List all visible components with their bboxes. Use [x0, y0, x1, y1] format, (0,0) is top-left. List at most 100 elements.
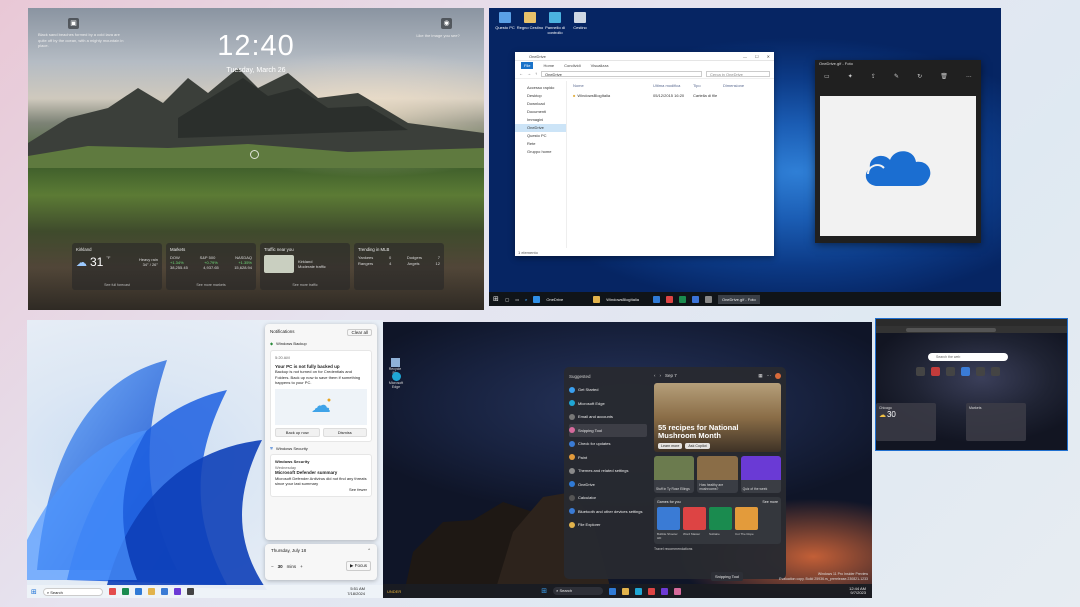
focus-button[interactable]: ▶ Focus	[346, 561, 371, 571]
enhance-icon[interactable]: ✦	[848, 73, 853, 80]
see-fewer-button[interactable]: See fewer	[349, 487, 367, 492]
address-bar[interactable]: OneDrive	[541, 70, 702, 77]
minus-icon[interactable]: −	[271, 564, 274, 569]
game-thumbnail[interactable]	[657, 507, 680, 530]
feed-tile[interactable]: Stuff in Ty Rose Ellings	[654, 456, 695, 493]
suggested-item[interactable]: OneDrive	[569, 478, 647, 492]
desktop-icon-control-panel[interactable]: Pannello di controllo	[541, 12, 569, 35]
ribbon-tab-share[interactable]: Condividi	[564, 63, 580, 68]
column-size[interactable]: Dimensione	[723, 83, 744, 88]
edit-icon[interactable]: ✎	[894, 73, 899, 80]
share-icon[interactable]: ⇪	[871, 73, 876, 80]
app-task-icon[interactable]	[665, 295, 673, 303]
nav-item-homegroup[interactable]: Gruppo home	[515, 148, 566, 156]
up-arrow-icon[interactable]: ↑	[535, 71, 537, 76]
suggested-item[interactable]: Check for updates	[569, 437, 647, 451]
onedrive-task-icon[interactable]	[533, 295, 541, 303]
more-icon[interactable]: …	[966, 73, 972, 79]
edge-desktop-icon[interactable]: Microsoft Edge	[387, 372, 405, 389]
quick-link[interactable]	[916, 367, 925, 376]
nav-item-downloads[interactable]: Download	[515, 100, 566, 108]
snipping-tool-icon[interactable]	[674, 587, 682, 595]
game-thumbnail[interactable]	[683, 507, 706, 530]
nav-item-pictures[interactable]: Immagini	[515, 116, 566, 124]
nav-item-documents[interactable]: Documenti	[515, 108, 566, 116]
games-see-more[interactable]: See more	[762, 500, 778, 504]
nav-item-network[interactable]: Rete	[515, 140, 566, 148]
close-icon[interactable]: ✕	[767, 54, 770, 59]
trending-widget[interactable]: Trending in MLB Yankees 0 Dodgers 7 Rang…	[354, 243, 444, 290]
weather-taskbar-widget[interactable]: UNDER	[387, 589, 401, 594]
suggested-item[interactable]: File Explorer	[569, 518, 647, 532]
app-task-icon[interactable]	[652, 295, 660, 303]
edge-weather-widget[interactable]: Chicago ☁ 30	[876, 403, 936, 441]
nav-item-quick-access[interactable]: Accesso rapido	[515, 84, 566, 92]
app-task-icon[interactable]	[108, 588, 116, 595]
app-task-icon[interactable]	[609, 587, 617, 595]
game-thumbnail[interactable]	[735, 507, 758, 530]
grid-icon[interactable]: ▦	[758, 373, 762, 379]
desktop-icon-this-pc[interactable]: Questo PC	[491, 12, 519, 30]
taskbar-search-box[interactable]: ⌕ Search	[553, 587, 604, 595]
suggested-item[interactable]: Email and accounts	[569, 410, 647, 424]
suggested-item[interactable]: Paint	[569, 451, 647, 465]
hero-card[interactable]: 55 recipes for National Mushroom Month L…	[654, 383, 781, 452]
nav-item-this-pc[interactable]: Questo PC	[515, 132, 566, 140]
edge-icon[interactable]	[134, 588, 142, 595]
settings-icon[interactable]	[186, 588, 194, 595]
start-icon[interactable]: ⊞	[493, 295, 499, 303]
suggested-item[interactable]: Calculator	[569, 491, 647, 505]
traffic-widget[interactable]: Traffic near you Kirkland Moderate traff…	[260, 243, 350, 290]
dismiss-button[interactable]: Dismiss	[322, 427, 367, 437]
markets-widget[interactable]: Markets DOW S&P 500 NASDAQ +1.34% +0.79%…	[166, 243, 256, 290]
start-icon[interactable]: ⊞	[31, 588, 37, 596]
taskbar-item-active[interactable]: OneDrive.gif - Foto	[717, 294, 760, 304]
learn-more-button[interactable]: Learn more	[658, 443, 683, 449]
suggested-item[interactable]: Snipping Tool	[569, 423, 647, 437]
app-task-icon[interactable]	[173, 588, 181, 595]
app-task-icon[interactable]	[661, 587, 669, 595]
travel-recommendations[interactable]: Travel recommendations	[654, 547, 781, 551]
feed-tile[interactable]: Quiz of the week	[740, 456, 781, 493]
avatar[interactable]	[775, 373, 781, 379]
explorer-search-input[interactable]: Cerca in OneDrive	[706, 70, 770, 77]
quick-link[interactable]	[961, 367, 970, 376]
task-view-icon[interactable]: ◯	[505, 297, 509, 302]
image-info-icon[interactable]: ▣	[68, 18, 79, 29]
taskbar-item[interactable]: OneDrive	[546, 297, 563, 302]
quick-link[interactable]	[991, 367, 1000, 376]
backup-notification[interactable]: 5:20 AM Your PC is not fully backed up B…	[270, 350, 372, 442]
minimize-icon[interactable]: —	[743, 54, 747, 59]
maximize-icon[interactable]: ☐	[755, 54, 759, 59]
slideshow-icon[interactable]: ▭	[824, 73, 830, 80]
edge-icon[interactable]: e	[525, 297, 527, 302]
folder-icon[interactable]	[147, 588, 155, 595]
plus-icon[interactable]: +	[300, 564, 303, 569]
app-task-icon[interactable]	[121, 588, 129, 595]
suggested-item[interactable]: Microsoft Edge	[569, 397, 647, 411]
forward-arrow-icon[interactable]: →	[527, 71, 531, 76]
ribbon-tab-home[interactable]: Home	[543, 63, 554, 68]
app-task-icon[interactable]	[691, 295, 699, 303]
more-icon[interactable]: ⋯	[767, 373, 772, 379]
feed-tile[interactable]: How healthy are mushrooms?	[697, 456, 738, 493]
nav-item-onedrive[interactable]: OneDrive	[515, 124, 566, 132]
taskbar-search-box[interactable]: ⌕ Search	[42, 587, 103, 596]
chevron-right-icon[interactable]: ›	[660, 373, 662, 379]
suggested-item[interactable]: Themes and related settings	[569, 464, 647, 478]
edge-search-input[interactable]: Search the web	[928, 353, 1008, 361]
table-row[interactable]: ■ WindowsBlogItalia 05/12/2015 16:20 Cart…	[573, 93, 770, 98]
folder-task-icon[interactable]	[593, 295, 601, 303]
back-up-now-button[interactable]: Back up now	[275, 427, 320, 437]
app-task-icon[interactable]	[648, 587, 656, 595]
ribbon-tab-view[interactable]: Visualizza	[591, 63, 609, 68]
desktop-icon-recycle[interactable]: Cestino	[566, 12, 594, 30]
app-task-icon[interactable]	[678, 295, 686, 303]
desktop-icon-regno[interactable]: Regno Cestino	[516, 12, 544, 30]
edge-markets-widget[interactable]: Markets	[966, 403, 1026, 441]
edge-icon[interactable]	[635, 587, 643, 595]
game-thumbnail[interactable]	[709, 507, 732, 530]
quick-link[interactable]	[946, 367, 955, 376]
weather-widget[interactable]: Kirkland ☁ 31 °F Heavy rain 34° / 26° Se…	[72, 243, 162, 290]
chevron-up-icon[interactable]: ⌃	[367, 548, 371, 554]
